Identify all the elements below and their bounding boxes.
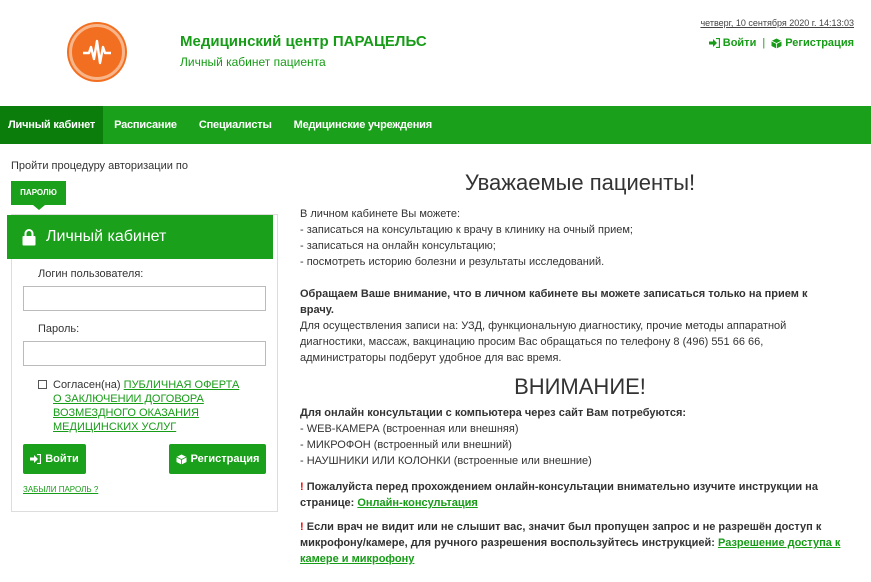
header-login-link[interactable]: Войти	[708, 37, 757, 49]
main-nav: Личный кабинет Расписание Специалисты Ме…	[0, 106, 871, 144]
notice-text: Для осуществления записи на: УЗД, функци…	[300, 320, 787, 364]
nav-item-schedule[interactable]: Расписание	[103, 106, 188, 144]
access-warning: ! Если врач не видит или не слышит вас, …	[300, 519, 860, 567]
instruction-warning: ! Пожалуйста перед прохождением онлайн-к…	[300, 479, 845, 511]
warning-mark: !	[300, 521, 304, 533]
login-button-label: Войти	[45, 453, 79, 465]
offer-link-1[interactable]: ПУБЛИЧНАЯ ОФЕРТА	[124, 379, 240, 391]
feature-item: - посмотреть историю болезни и результат…	[300, 256, 605, 268]
requirement-item: - НАУШНИКИ ИЛИ КОЛОНКИ (встроенные или в…	[300, 455, 592, 467]
feature-item: - записаться на онлайн консультацию;	[300, 240, 496, 252]
clinic-logo[interactable]	[69, 24, 125, 80]
offer-link-2[interactable]: О ЗАКЛЮЧЕНИИ ДОГОВОРА	[38, 392, 248, 406]
offer-link-3[interactable]: ВОЗМЕЗДНОГО ОКАЗАНИЯ	[38, 406, 248, 420]
offer-agreement: Согласен(на) ПУБЛИЧНАЯ ОФЕРТА О ЗАКЛЮЧЕН…	[38, 378, 248, 434]
password-label: Пароль:	[38, 323, 80, 335]
agree-checkbox[interactable]	[38, 380, 47, 389]
header-login-label: Войти	[722, 37, 757, 49]
auth-links: Войти | Регистрация	[708, 37, 854, 49]
online-consultation-link[interactable]: Онлайн-консультация	[357, 497, 477, 509]
cube-icon	[771, 38, 782, 48]
site-title: Медицинский центр ПАРАЦЕЛЬС	[180, 33, 427, 50]
password-method-button[interactable]: ПАРОЛЮ	[11, 181, 66, 210]
current-datetime: четверг, 10 сентября 2020 г. 14:13:03	[700, 18, 854, 28]
nav-item-specialists[interactable]: Специалисты	[188, 106, 283, 144]
login-panel-header: Личный кабинет	[7, 215, 273, 259]
header-register-link[interactable]: Регистрация	[771, 37, 854, 49]
notice-bold: Обращаем Ваше внимание, что в личном каб…	[300, 288, 808, 316]
register-button[interactable]: Регистрация	[169, 444, 266, 474]
main-content: Уважаемые пациенты! В личном кабинете Вы…	[300, 170, 860, 567]
login-panel: Личный кабинет Логин пользователя: Парол…	[7, 214, 278, 512]
agree-prefix: Согласен(на)	[53, 379, 121, 391]
username-input[interactable]	[23, 286, 266, 311]
attention-heading: ВНИМАНИЕ!	[514, 374, 646, 399]
login-panel-title: Личный кабинет	[46, 228, 167, 245]
lock-icon	[22, 228, 36, 245]
site-subtitle: Личный кабинет пациента	[180, 55, 326, 69]
nav-item-cabinet[interactable]: Личный кабинет	[0, 106, 104, 144]
offer-link-4[interactable]: МЕДИЦИНСКИХ УСЛУГ	[38, 420, 248, 434]
requirements-title: Для онлайн консультации с компьютера чер…	[300, 407, 687, 419]
heartbeat-icon	[83, 39, 111, 65]
auth-separator: |	[762, 37, 766, 49]
sign-in-icon	[30, 454, 42, 464]
requirement-item: - WEB-КАМЕРА (встроенная или внешняя)	[300, 423, 519, 435]
forgot-password-link[interactable]: ЗАБЫЛИ ПАРОЛЬ ?	[23, 485, 98, 494]
login-button[interactable]: Войти	[23, 444, 86, 474]
cube-icon	[175, 454, 187, 464]
warning-mark: !	[300, 481, 304, 493]
register-button-label: Регистрация	[190, 453, 260, 465]
auth-method-prompt: Пройти процедуру авторизации по	[11, 160, 189, 172]
username-label: Логин пользователя:	[38, 268, 144, 280]
nav-item-institutions[interactable]: Медицинские учреждения	[283, 106, 443, 144]
agree-line-1: Согласен(на) ПУБЛИЧНАЯ ОФЕРТА	[38, 378, 248, 392]
requirement-item: - МИКРОФОН (встроенный или внешний)	[300, 439, 512, 451]
page-heading: Уважаемые пациенты!	[464, 170, 696, 195]
password-input[interactable]	[23, 341, 266, 366]
sign-in-icon	[708, 38, 720, 48]
intro-text: В личном кабинете Вы можете:	[300, 208, 461, 220]
header-register-label: Регистрация	[785, 37, 854, 49]
feature-item: - записаться на консультацию к врачу в к…	[300, 224, 633, 236]
